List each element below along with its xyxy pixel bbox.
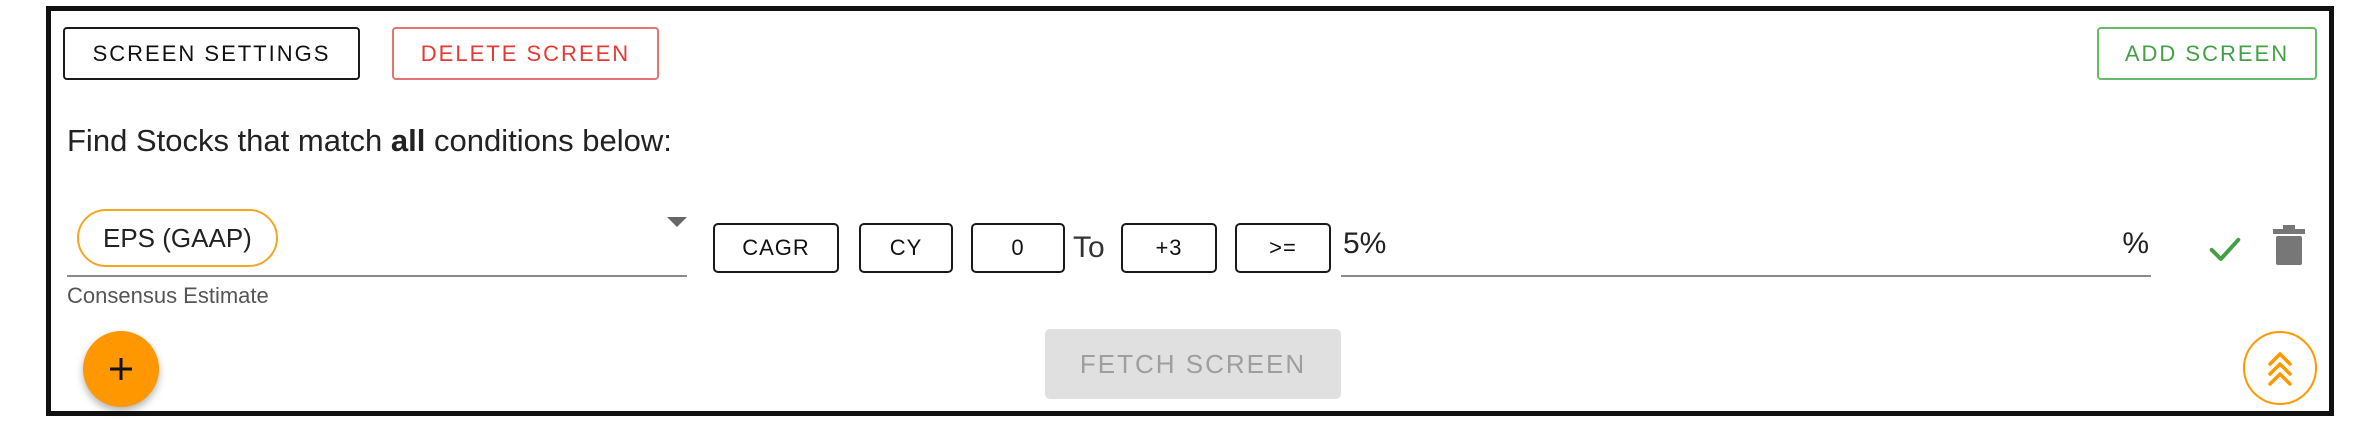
heading-emphasis: all [390,123,426,158]
double-chevron-up-icon [2268,352,2292,386]
fetch-screen-button[interactable]: FETCH SCREEN [1045,329,1341,399]
add-condition-button[interactable] [83,331,159,407]
screen-settings-button[interactable]: SCREEN SETTINGS [63,27,360,80]
to-label: To [1073,231,1105,264]
add-screen-button[interactable]: ADD SCREEN [2097,27,2317,80]
metric-chip[interactable]: EPS (GAAP) [77,209,278,267]
value-input[interactable]: 5% % [1341,217,2151,277]
unit-label: % [2122,227,2149,260]
screen-panel: SCREEN SETTINGS DELETE SCREEN ADD SCREEN… [46,6,2334,416]
chevron-down-icon[interactable] [667,217,687,227]
conditions-heading: Find Stocks that match all conditions be… [67,123,672,159]
trash-icon[interactable] [2273,225,2305,265]
calc-type-select[interactable]: CAGR [713,223,839,273]
period-select[interactable]: CY [859,223,953,273]
heading-prefix: Find Stocks that match [67,123,391,158]
plus-icon [110,358,132,380]
delete-screen-button[interactable]: DELETE SCREEN [392,27,659,80]
value-text[interactable]: 5% [1343,227,1386,261]
to-input[interactable]: +3 [1121,223,1217,273]
metric-helper-text: Consensus Estimate [67,283,269,308]
collapse-button[interactable] [2243,331,2317,405]
from-input[interactable]: 0 [971,223,1065,273]
check-icon[interactable] [2205,229,2245,269]
operator-select[interactable]: >= [1235,223,1331,273]
heading-suffix: conditions below: [425,123,672,158]
metric-select[interactable]: EPS (GAAP) [67,203,687,277]
